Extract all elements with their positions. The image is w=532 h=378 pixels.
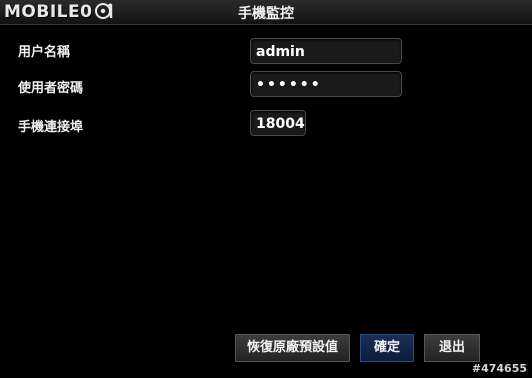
restore-defaults-button[interactable]: 恢復原廠預設值 [235,334,350,362]
title-bar: MOBILE0 手機監控 [0,0,532,25]
window-title: 手機監控 [238,6,294,22]
port-label: 手機連接埠 [18,120,84,135]
username-field[interactable]: admin [250,38,402,64]
exit-button[interactable]: 退出 [424,334,480,362]
username-label: 用户名稱 [18,45,71,60]
password-label: 使用者密碼 [18,81,84,96]
password-field[interactable]: •••••• [250,71,402,97]
watermark-text: #474655 [471,362,527,375]
port-field[interactable]: 18004 [250,110,306,136]
ok-button[interactable]: 確定 [360,334,414,362]
